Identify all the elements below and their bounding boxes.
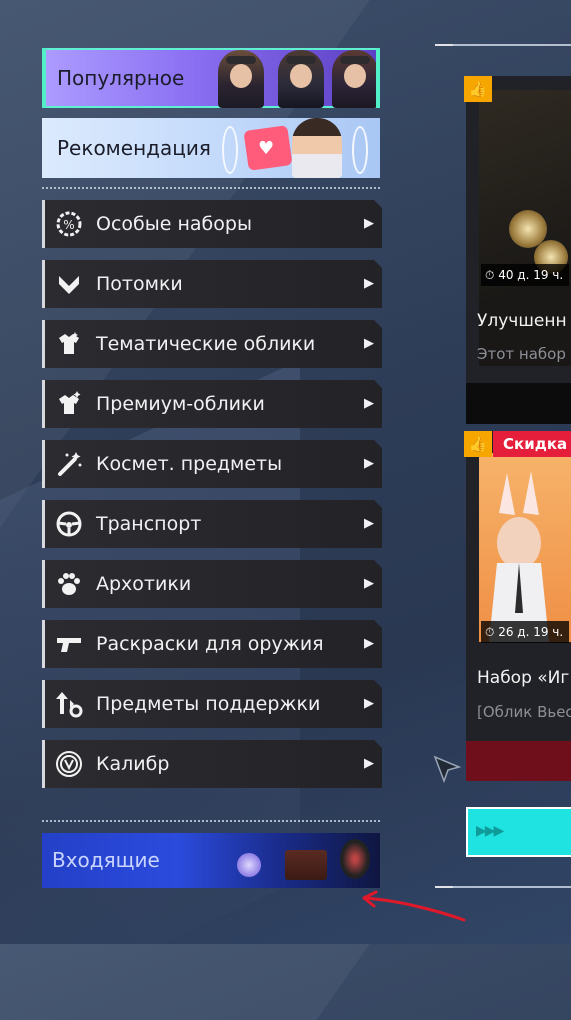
stopwatch-icon: ⏱	[485, 625, 495, 639]
menu-item-descendants[interactable]: Потомки ▶	[42, 260, 382, 308]
annotation-arrow	[362, 890, 466, 922]
character-portrait	[218, 50, 264, 108]
store-card[interactable]	[466, 76, 571, 424]
laurel-icon	[352, 126, 368, 174]
chevron-right-icon: ▶	[364, 216, 374, 231]
mech-icon	[340, 839, 370, 879]
paw-icon	[55, 570, 83, 598]
selected-edge-right	[376, 48, 380, 108]
store-card[interactable]	[466, 431, 571, 781]
chevron-right-icon: ▶	[364, 576, 374, 591]
character-portrait	[278, 50, 324, 108]
steering-wheel-icon	[55, 510, 83, 538]
menu-item-weapon-paints[interactable]: Раскраски для оружия ▶	[42, 620, 382, 668]
card-footer	[466, 741, 571, 781]
recommended-label: Рекомендация	[57, 136, 211, 160]
card-title: Улучшенн	[477, 311, 567, 331]
recommended-banner[interactable]: ♥ Рекомендация	[42, 118, 380, 178]
mouse-cursor-icon	[433, 755, 462, 784]
timer-text: 40 д. 19 ч.	[498, 268, 564, 282]
menu-item-label: Потомки	[96, 273, 183, 295]
menu-item-caliber[interactable]: Калибр ▶	[42, 740, 382, 788]
descendant-icon	[55, 270, 83, 298]
card-title: Набор «Иг	[477, 668, 570, 688]
support-items-icon	[55, 690, 83, 718]
thumbs-up-icon: 👍	[464, 76, 492, 102]
chevron-right-icon: ▶	[364, 336, 374, 351]
timer-badge: ⏱ 26 д. 19 ч.	[481, 621, 570, 643]
menu-item-label: Особые наборы	[96, 213, 252, 235]
menu-item-cosmetics[interactable]: Космет. предметы ▶	[42, 440, 382, 488]
popular-banner[interactable]: Популярное	[42, 48, 380, 108]
caliber-icon	[55, 750, 83, 778]
card-subtitle: [Облик Вьес	[477, 703, 571, 721]
svg-text:%: %	[63, 218, 74, 232]
double-chevron-icon: ▶▶▶	[476, 823, 504, 839]
menu-item-label: Премиум-облики	[96, 393, 265, 415]
themed-skin-icon	[55, 330, 83, 358]
menu-item-transport[interactable]: Транспорт ▶	[42, 500, 382, 548]
menu-item-label: Транспорт	[96, 513, 202, 535]
menu-item-support-items[interactable]: Предметы поддержки ▶	[42, 680, 382, 728]
stopwatch-icon: ⏱	[485, 268, 495, 282]
character-portrait	[332, 50, 378, 108]
laurel-icon	[222, 126, 238, 174]
thumbs-up-icon: 👍	[464, 431, 492, 457]
top-divider	[435, 44, 571, 46]
popular-label: Популярное	[57, 66, 185, 90]
chevron-right-icon: ▶	[364, 456, 374, 471]
chevron-right-icon: ▶	[364, 516, 374, 531]
menu-item-special-bundles[interactable]: % Особые наборы ▶	[42, 200, 382, 248]
discount-badge: Скидка	[493, 431, 571, 457]
chevron-right-icon: ▶	[364, 636, 374, 651]
menu-item-themed-skins[interactable]: Тематические облики ▶	[42, 320, 382, 368]
menu-item-label: Предметы поддержки	[96, 693, 321, 715]
card-footer	[466, 383, 571, 424]
character-portrait	[292, 118, 342, 178]
menu-item-archotics[interactable]: Архотики ▶	[42, 560, 382, 608]
timer-text: 26 д. 19 ч.	[498, 625, 564, 639]
timer-badge: ⏱ 40 д. 19 ч.	[481, 264, 570, 286]
menu-item-label: Космет. предметы	[96, 453, 283, 475]
heart-icon: ♥	[258, 138, 275, 159]
bottom-divider	[435, 886, 571, 888]
category-menu: % Особые наборы ▶ Потомки ▶ Тематические…	[42, 200, 382, 800]
menu-item-label: Тематические облики	[96, 333, 316, 355]
books-icon	[285, 850, 327, 880]
menu-item-label: Раскраски для оружия	[96, 633, 324, 655]
menu-item-label: Архотики	[96, 573, 192, 595]
menu-item-label: Калибр	[96, 753, 170, 775]
special-bundle-icon: %	[55, 210, 83, 238]
selected-edge-left	[42, 48, 46, 108]
dotted-divider	[42, 820, 380, 822]
orb-icon	[237, 853, 261, 877]
featured-panel[interactable]: ▶▶▶	[466, 807, 571, 857]
chevron-right-icon: ▶	[364, 696, 374, 711]
menu-item-premium-skins[interactable]: Премиум-облики ▶	[42, 380, 382, 428]
bundle-image	[479, 453, 571, 642]
premium-skin-icon	[55, 390, 83, 418]
chevron-right-icon: ▶	[364, 276, 374, 291]
gun-icon	[55, 630, 83, 658]
inbox-label: Входящие	[52, 848, 160, 872]
dotted-divider	[42, 187, 380, 189]
card-subtitle: Этот набор	[477, 345, 566, 363]
inbox-button[interactable]: Входящие	[42, 833, 380, 888]
cosmetic-wand-icon	[55, 450, 83, 478]
chevron-right-icon: ▶	[364, 396, 374, 411]
chevron-right-icon: ▶	[364, 756, 374, 771]
